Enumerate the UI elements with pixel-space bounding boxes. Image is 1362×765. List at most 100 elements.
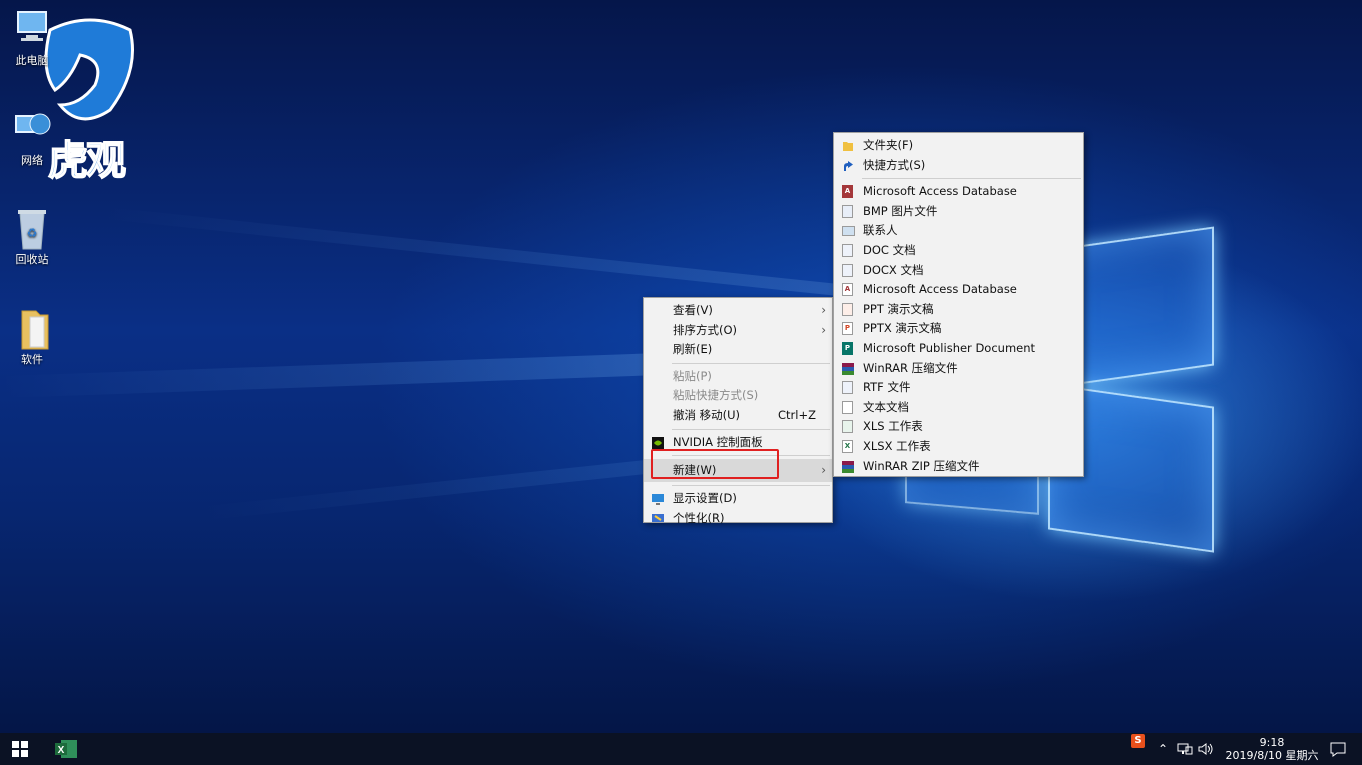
- menu-item-label: 显示设置(D): [673, 491, 737, 506]
- new-item-winrar[interactable]: WinRAR 压缩文件: [834, 359, 1083, 379]
- ppt-icon: [842, 302, 853, 316]
- desktop-icon-recycle-bin[interactable]: ♻ 回收站: [0, 207, 64, 267]
- menu-item-label: WinRAR 压缩文件: [863, 360, 958, 375]
- volume-tray-button[interactable]: [1196, 733, 1216, 765]
- new-item-rtf[interactable]: RTF 文件: [834, 378, 1083, 398]
- menu-item-label: BMP 图片文件: [863, 203, 938, 218]
- menu-item-label: 个性化(R): [673, 510, 725, 525]
- pptx-icon: P: [842, 322, 853, 336]
- menu-item-display-settings[interactable]: 显示设置(D): [644, 489, 832, 509]
- menu-separator: [672, 428, 830, 430]
- menu-item-label: DOC 文档: [863, 242, 916, 257]
- svg-text:X: X: [58, 745, 65, 756]
- menu-item-paste[interactable]: 粘贴(P): [644, 367, 832, 387]
- publisher-icon: P: [842, 341, 853, 355]
- clock-date: 2019/8/10 星期六: [1225, 749, 1319, 762]
- taskbar-clock[interactable]: 9:18 2019/8/10 星期六: [1222, 736, 1322, 762]
- folder-icon: [843, 142, 853, 151]
- nvidia-icon: [652, 436, 664, 449]
- notification-icon: [1330, 742, 1346, 757]
- menu-item-label: 撤消 移动(U): [673, 407, 741, 422]
- menu-item-paste-shortcut[interactable]: 粘贴快捷方式(S): [644, 386, 832, 406]
- new-item-text-document[interactable]: 文本文档: [834, 398, 1083, 418]
- network-tray-button[interactable]: [1175, 733, 1195, 765]
- desktop-icon-label: 软件: [21, 353, 43, 366]
- docx-icon: [842, 263, 853, 277]
- menu-item-label: 粘贴(P): [673, 368, 712, 383]
- new-item-shortcut[interactable]: 快捷方式(S): [834, 156, 1083, 176]
- new-item-publisher[interactable]: P Microsoft Publisher Document: [834, 339, 1083, 359]
- clock-time: 9:18: [1259, 736, 1285, 749]
- chevron-right-icon: ›: [821, 322, 826, 337]
- new-item-pptx[interactable]: P PPTX 演示文稿: [834, 319, 1083, 339]
- shortcut-icon: [844, 160, 853, 171]
- menu-item-label: NVIDIA 控制面板: [673, 434, 763, 449]
- menu-item-view[interactable]: 查看(V) ›: [644, 301, 832, 321]
- new-item-xlsx[interactable]: X XLSX 工作表: [834, 437, 1083, 457]
- menu-item-label: 快捷方式(S): [863, 157, 926, 172]
- taskbar-excel-button[interactable]: X: [46, 733, 86, 765]
- rtf-icon: [842, 381, 853, 395]
- text-icon: [842, 400, 853, 414]
- menu-separator: [672, 362, 830, 364]
- chevron-right-icon: ›: [821, 303, 826, 317]
- new-submenu: 文件夹(F) 快捷方式(S) A Microsoft Access Databa…: [833, 132, 1084, 477]
- menu-item-label: DOCX 文档: [863, 262, 924, 277]
- new-item-ppt[interactable]: PPT 演示文稿: [834, 300, 1083, 320]
- taskbar: X S ⌃ 9:18 2019/8/10 星期六: [0, 733, 1362, 765]
- excel-icon: X: [55, 740, 77, 758]
- doc-icon: [842, 243, 853, 257]
- new-item-access-database[interactable]: A Microsoft Access Database: [834, 182, 1083, 202]
- ime-tray-icon[interactable]: S: [1128, 731, 1148, 751]
- new-item-folder[interactable]: 文件夹(F): [834, 136, 1083, 156]
- new-item-winrar-zip[interactable]: WinRAR ZIP 压缩文件: [834, 457, 1083, 477]
- menu-item-label: Microsoft Access Database: [863, 184, 1017, 199]
- light-beam: [100, 206, 930, 306]
- menu-item-label: 查看(V): [673, 303, 713, 317]
- menu-item-label: Microsoft Publisher Document: [863, 340, 1036, 355]
- show-hidden-icons-button[interactable]: ⌃: [1154, 733, 1172, 765]
- new-item-doc[interactable]: DOC 文档: [834, 241, 1083, 261]
- personalize-icon: [652, 513, 664, 522]
- menu-item-label: WinRAR ZIP 压缩文件: [863, 458, 980, 473]
- menu-item-sort-by[interactable]: 排序方式(O) ›: [644, 321, 832, 341]
- new-item-contact[interactable]: 联系人: [834, 221, 1083, 241]
- new-item-access-database-2[interactable]: A Microsoft Access Database: [834, 280, 1083, 300]
- menu-item-label: XLSX 工作表: [863, 438, 931, 453]
- menu-item-label: Microsoft Access Database: [863, 282, 1017, 297]
- desktop-context-menu: 查看(V) › 排序方式(O) › 刷新(E) 粘贴(P) 粘贴快捷方式(S) …: [643, 297, 833, 525]
- menu-item-label: PPT 演示文稿: [863, 301, 934, 316]
- svg-text:♻: ♻: [27, 226, 38, 240]
- desktop-icon-network[interactable]: 网络: [0, 108, 64, 168]
- desktop-icon-label: 此电脑: [15, 54, 49, 67]
- menu-separator: [672, 485, 830, 487]
- recycle-bin-icon: ♻: [12, 207, 52, 250]
- new-item-xls[interactable]: XLS 工作表: [834, 417, 1083, 437]
- ime-label: S: [1131, 734, 1145, 748]
- winrar-zip-icon: [842, 460, 854, 473]
- menu-item-label: 粘贴快捷方式(S): [673, 388, 759, 403]
- menu-item-label: 文件夹(F): [863, 138, 914, 152]
- menu-item-refresh[interactable]: 刷新(E): [644, 340, 832, 360]
- menu-item-undo-move[interactable]: 撤消 移动(U) Ctrl+Z: [644, 406, 832, 426]
- folder-icon: [12, 307, 52, 350]
- xls-icon: [842, 420, 853, 434]
- network-tray-icon: [1177, 743, 1193, 755]
- new-item-bmp[interactable]: BMP 图片文件: [834, 202, 1083, 222]
- desktop-icon-label: 回收站: [15, 253, 49, 266]
- desktop-icon-this-pc[interactable]: 此电脑: [0, 8, 64, 68]
- highlight-box: [651, 449, 779, 479]
- menu-separator: [862, 178, 1081, 180]
- computer-icon: [12, 8, 52, 48]
- winrar-icon: [842, 362, 854, 375]
- start-button[interactable]: [0, 733, 40, 765]
- new-item-docx[interactable]: DOCX 文档: [834, 261, 1083, 281]
- menu-item-label: PPTX 演示文稿: [863, 321, 942, 336]
- desktop-icon-label: 网络: [21, 154, 43, 167]
- desktop-icon-software-folder[interactable]: 软件: [0, 307, 64, 367]
- menu-item-personalize[interactable]: 个性化(R): [644, 509, 832, 529]
- action-center-button[interactable]: [1326, 733, 1350, 765]
- xlsx-icon: X: [842, 439, 853, 453]
- menu-item-label: 刷新(E): [673, 342, 713, 357]
- menu-item-label: XLS 工作表: [863, 419, 923, 434]
